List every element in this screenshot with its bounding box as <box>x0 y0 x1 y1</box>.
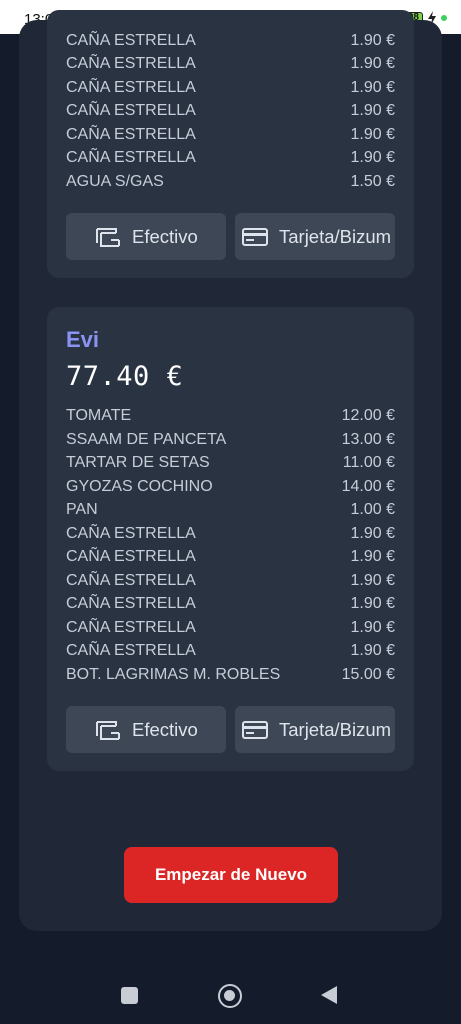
list-item: CAÑA ESTRELLA 1.90 € <box>66 639 395 663</box>
item-name: TARTAR DE SETAS <box>66 454 210 471</box>
item-price: 1.90 € <box>350 32 395 49</box>
item-price: 1.90 € <box>350 595 395 612</box>
list-item: CAÑA ESTRELLA 1.90 € <box>66 522 395 546</box>
item-name: CAÑA ESTRELLA <box>66 149 196 166</box>
item-name: CAÑA ESTRELLA <box>66 525 196 542</box>
item-price: 1.90 € <box>350 619 395 636</box>
list-item: CAÑA ESTRELLA 1.90 € <box>66 592 395 616</box>
item-name: CAÑA ESTRELLA <box>66 102 196 119</box>
credit-card-icon <box>241 225 269 249</box>
cash-icon <box>94 225 122 249</box>
list-item: CAÑA ESTRELLA 1.90 € <box>66 76 395 100</box>
item-name: TOMATE <box>66 407 132 424</box>
back-triangle-icon[interactable] <box>321 986 337 1004</box>
cash-icon <box>94 718 122 742</box>
list-item: CAÑA ESTRELLA 1.90 € <box>66 52 395 76</box>
person-total: 77.40 € <box>66 361 184 392</box>
item-price: 1.90 € <box>350 548 395 565</box>
item-name: GYOZAS COCHINO <box>66 478 213 495</box>
list-item: CAÑA ESTRELLA 1.90 € <box>66 123 395 147</box>
item-price: 1.00 € <box>350 501 395 518</box>
list-item: BOT. LAGRIMAS M. ROBLES 15.00 € <box>66 663 395 687</box>
item-name: CAÑA ESTRELLA <box>66 32 196 49</box>
list-item: CAÑA ESTRELLA 1.90 € <box>66 99 395 123</box>
card-payment-button[interactable]: Tarjeta/Bizum <box>235 706 395 753</box>
item-price: 1.90 € <box>350 79 395 96</box>
item-name: CAÑA ESTRELLA <box>66 79 196 96</box>
item-name: CAÑA ESTRELLA <box>66 572 196 589</box>
list-item: SSAAM DE PANCETA 13.00 € <box>66 428 395 452</box>
privacy-dot-icon <box>441 15 447 21</box>
list-item: CAÑA ESTRELLA 1.90 € <box>66 616 395 640</box>
recents-square-icon[interactable] <box>121 987 138 1004</box>
list-item: CAÑA ESTRELLA 1.90 € <box>66 146 395 170</box>
item-name: PAN <box>66 501 98 518</box>
list-item: TARTAR DE SETAS 11.00 € <box>66 451 395 475</box>
item-price: 14.00 € <box>341 478 395 495</box>
list-item: AGUA S/GAS 1.50 € <box>66 170 395 194</box>
item-name: BOT. LAGRIMAS M. ROBLES <box>66 666 281 683</box>
list-item: PAN 1.00 € <box>66 498 395 522</box>
item-name: CAÑA ESTRELLA <box>66 126 196 143</box>
credit-card-icon <box>241 718 269 742</box>
item-price: 1.90 € <box>350 572 395 589</box>
list-item: GYOZAS COCHINO 14.00 € <box>66 475 395 499</box>
list-item: CAÑA ESTRELLA 1.90 € <box>66 29 395 53</box>
restart-button[interactable]: Empezar de Nuevo <box>124 847 338 903</box>
item-name: CAÑA ESTRELLA <box>66 548 196 565</box>
item-price: 1.90 € <box>350 126 395 143</box>
item-price: 15.00 € <box>341 666 395 683</box>
cash-payment-button[interactable]: Efectivo <box>66 706 226 753</box>
item-price: 13.00 € <box>341 431 395 448</box>
item-price: 1.90 € <box>350 642 395 659</box>
card-button-label: Tarjeta/Bizum <box>279 718 392 740</box>
item-name: CAÑA ESTRELLA <box>66 619 196 636</box>
item-price: 1.90 € <box>350 149 395 166</box>
cash-button-label: Efectivo <box>132 225 198 247</box>
item-name: SSAAM DE PANCETA <box>66 431 227 448</box>
item-price: 1.90 € <box>350 102 395 119</box>
navigation-bar <box>0 955 461 1024</box>
cash-button-label: Efectivo <box>132 718 198 740</box>
item-price: 12.00 € <box>341 407 395 424</box>
home-circle-icon[interactable] <box>218 984 242 1008</box>
list-item: CAÑA ESTRELLA 1.90 € <box>66 569 395 593</box>
item-price: 1.50 € <box>350 173 395 190</box>
card-payment-button[interactable]: Tarjeta/Bizum <box>235 213 395 260</box>
item-name: CAÑA ESTRELLA <box>66 595 196 612</box>
cash-payment-button[interactable]: Efectivo <box>66 213 226 260</box>
card-button-label: Tarjeta/Bizum <box>279 225 392 247</box>
list-item: TOMATE 12.00 € <box>66 404 395 428</box>
item-price: 11.00 € <box>342 454 395 471</box>
item-name: CAÑA ESTRELLA <box>66 55 196 72</box>
person-name: Evi <box>66 327 100 352</box>
list-item: CAÑA ESTRELLA 1.90 € <box>66 545 395 569</box>
item-price: 1.90 € <box>350 525 395 542</box>
item-name: CAÑA ESTRELLA <box>66 642 196 659</box>
item-name: AGUA S/GAS <box>66 173 164 190</box>
item-price: 1.90 € <box>350 55 395 72</box>
